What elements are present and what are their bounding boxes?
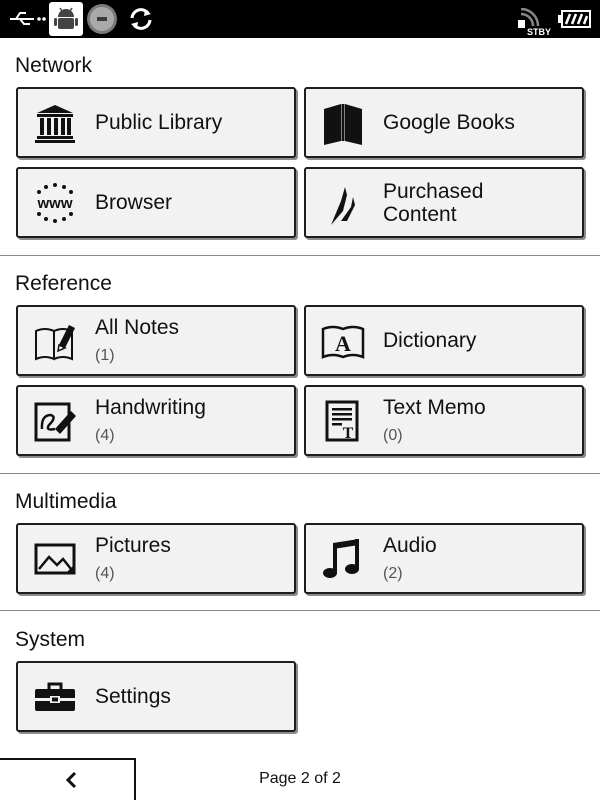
tile-dictionary[interactable]: A Dictionary bbox=[304, 305, 584, 376]
tile-label: Audio bbox=[383, 534, 437, 557]
tile-count: (0) bbox=[383, 427, 403, 444]
book-icon bbox=[321, 101, 365, 145]
section-divider bbox=[0, 610, 600, 611]
tile-pictures[interactable]: Pictures (4) bbox=[16, 523, 296, 594]
tile-browser[interactable]: www Browser bbox=[16, 167, 296, 238]
tile-text-memo[interactable]: T Text Memo (0) bbox=[304, 385, 584, 456]
tile-label: Dictionary bbox=[383, 329, 477, 352]
tile-count: (4) bbox=[95, 565, 115, 582]
section-divider bbox=[0, 473, 600, 474]
section-title-system: System bbox=[15, 628, 86, 651]
tile-label: All Notes bbox=[95, 316, 180, 339]
tile-label: Google Books bbox=[383, 111, 515, 134]
store-icon bbox=[321, 181, 365, 225]
music-icon bbox=[321, 537, 365, 581]
section-divider bbox=[0, 255, 600, 256]
status-bar: STBY bbox=[0, 0, 600, 38]
section-title-multimedia: Multimedia bbox=[15, 490, 117, 513]
tile-purchased-content[interactable]: Purchased Content bbox=[304, 167, 584, 238]
svg-text:STBY: STBY bbox=[527, 27, 551, 36]
tile-label-line2: Content bbox=[383, 203, 457, 226]
tile-public-library[interactable]: Public Library bbox=[16, 87, 296, 158]
notes-icon bbox=[33, 319, 77, 363]
handwriting-icon bbox=[33, 399, 77, 443]
tile-count: (2) bbox=[383, 565, 403, 582]
tile-label: Settings bbox=[95, 685, 171, 708]
battery-icon bbox=[557, 10, 591, 33]
android-debug-icon bbox=[49, 2, 83, 36]
section-title-reference: Reference bbox=[15, 272, 112, 295]
tile-google-books[interactable]: Google Books bbox=[304, 87, 584, 158]
tile-all-notes[interactable]: All Notes (1) bbox=[16, 305, 296, 376]
pictures-icon bbox=[33, 537, 77, 581]
text-memo-icon: T bbox=[321, 399, 365, 443]
wifi-standby-icon: STBY bbox=[518, 7, 552, 41]
usb-icon bbox=[8, 10, 46, 33]
tile-audio[interactable]: Audio (2) bbox=[304, 523, 584, 594]
tile-label: Public Library bbox=[95, 111, 223, 134]
tile-label: Purchased Content bbox=[383, 180, 483, 226]
dictionary-icon: A bbox=[321, 319, 365, 363]
tile-label: Handwriting bbox=[95, 396, 206, 419]
tile-count: (1) bbox=[95, 347, 115, 364]
library-icon bbox=[33, 101, 77, 145]
toolbox-icon bbox=[33, 675, 77, 719]
tile-label: Browser bbox=[95, 191, 173, 214]
www-icon: www bbox=[33, 181, 77, 225]
back-button[interactable] bbox=[0, 758, 136, 800]
tile-label-line1: Purchased bbox=[383, 180, 484, 203]
svg-text:A: A bbox=[335, 331, 351, 356]
chevron-left-icon bbox=[65, 771, 77, 789]
record-icon bbox=[86, 3, 118, 40]
svg-text:www: www bbox=[36, 195, 72, 212]
tile-handwriting[interactable]: Handwriting (4) bbox=[16, 385, 296, 456]
tile-settings[interactable]: Settings bbox=[16, 661, 296, 732]
section-title-network: Network bbox=[15, 54, 93, 77]
tile-label: Pictures bbox=[95, 534, 171, 557]
page-indicator: Page 2 of 2 bbox=[259, 770, 341, 787]
tile-label: Text Memo bbox=[383, 396, 486, 419]
svg-text:T: T bbox=[343, 425, 354, 442]
sync-icon bbox=[127, 5, 155, 38]
tile-count: (4) bbox=[95, 427, 115, 444]
